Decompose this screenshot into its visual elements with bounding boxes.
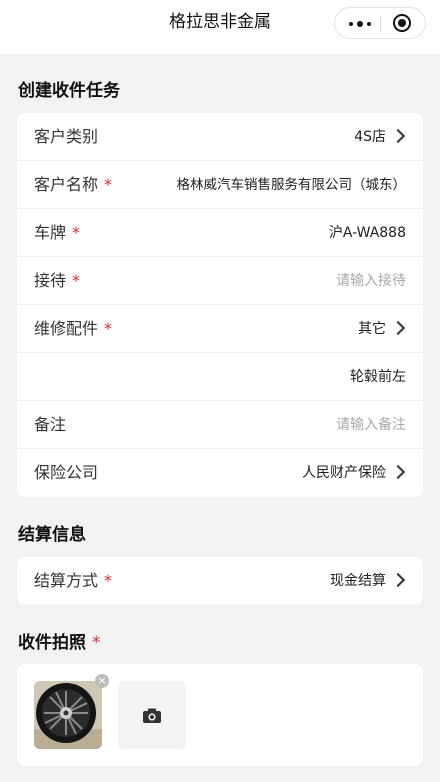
required-mark: * — [104, 571, 113, 590]
reception-input[interactable]: 请输入接待 — [336, 257, 406, 305]
capsule-divider — [380, 16, 381, 32]
customer-type-row[interactable]: 客户类别 4S店 — [17, 113, 423, 161]
parts-value: 其它 — [358, 321, 386, 337]
customer-name-value: 格林威汽车销售服务有限公司（城东） — [176, 177, 407, 193]
parts-row[interactable]: 维修配件 * 其它 — [17, 305, 423, 353]
chevron-right-icon — [390, 464, 406, 480]
remark-input[interactable]: 请输入备注 — [336, 401, 406, 449]
required-mark: * — [72, 271, 81, 290]
required-mark: * — [92, 633, 101, 653]
section-title-create-task: 创建收件任务 — [18, 81, 120, 101]
target-icon[interactable] — [393, 14, 411, 32]
wheel-photo-image — [34, 681, 102, 749]
settlement-method-row[interactable]: 结算方式 * 现金结算 — [17, 557, 423, 605]
settlement-method-label-text: 结算方式 — [34, 571, 99, 590]
plate-label-text: 车牌 — [34, 223, 67, 242]
insurance-value: 人民财产保险 — [302, 465, 386, 481]
chevron-right-icon — [390, 128, 406, 144]
navigation-bar: 格拉思非金属 — [0, 0, 440, 54]
parts-label: 维修配件 * — [34, 305, 112, 353]
section-title-settlement: 结算信息 — [18, 525, 86, 545]
mini-program-capsule — [334, 7, 426, 39]
customer-name-label-text: 客户名称 — [34, 175, 99, 194]
more-dots-icon[interactable] — [349, 21, 371, 27]
reception-label-text: 接待 — [34, 271, 67, 290]
parts-detail-row: 轮毂前左 — [17, 353, 423, 401]
settlement-method-value: 现金结算 — [330, 573, 386, 589]
remove-photo-icon[interactable]: × — [95, 674, 109, 688]
section-title-photos: 收件拍照 * — [18, 628, 101, 653]
plate-row[interactable]: 车牌 * 沪A-WA888 — [17, 209, 423, 257]
photo-thumbnail[interactable] — [34, 681, 102, 749]
customer-type-label: 客户类别 — [34, 127, 99, 146]
settlement-card: 结算方式 * 现金结算 — [17, 557, 423, 605]
customer-name-row[interactable]: 客户名称 * 格林威汽车销售服务有限公司（城东） — [17, 161, 423, 209]
camera-icon — [143, 708, 161, 723]
remark-row[interactable]: 备注 请输入备注 — [17, 401, 423, 449]
required-mark: * — [104, 319, 113, 338]
required-mark: * — [104, 175, 113, 194]
photo-upload-card: × — [17, 664, 423, 766]
customer-type-value: 4S店 — [354, 129, 386, 145]
reception-row[interactable]: 接待 * 请输入接待 — [17, 257, 423, 305]
insurance-label: 保险公司 — [34, 463, 99, 482]
chevron-right-icon — [390, 320, 406, 336]
insurance-row[interactable]: 保险公司 人民财产保险 — [17, 449, 423, 497]
parts-detail-value: 轮毂前左 — [350, 369, 406, 385]
chevron-right-icon — [390, 572, 406, 588]
reception-label: 接待 * — [34, 257, 80, 305]
settlement-method-label: 结算方式 * — [34, 557, 112, 605]
task-form-card: 客户类别 4S店 客户名称 * 格林威汽车销售服务有限公司（城东） 车牌 * 沪A-… — [17, 113, 423, 497]
add-photo-button[interactable] — [118, 681, 186, 749]
plate-label: 车牌 * — [34, 209, 80, 257]
required-mark: * — [72, 223, 81, 242]
remark-label: 备注 — [34, 415, 67, 434]
parts-label-text: 维修配件 — [34, 319, 99, 338]
photo-title-text: 收件拍照 — [18, 633, 86, 653]
customer-name-label: 客户名称 * — [34, 161, 112, 209]
plate-value: 沪A-WA888 — [328, 225, 406, 241]
